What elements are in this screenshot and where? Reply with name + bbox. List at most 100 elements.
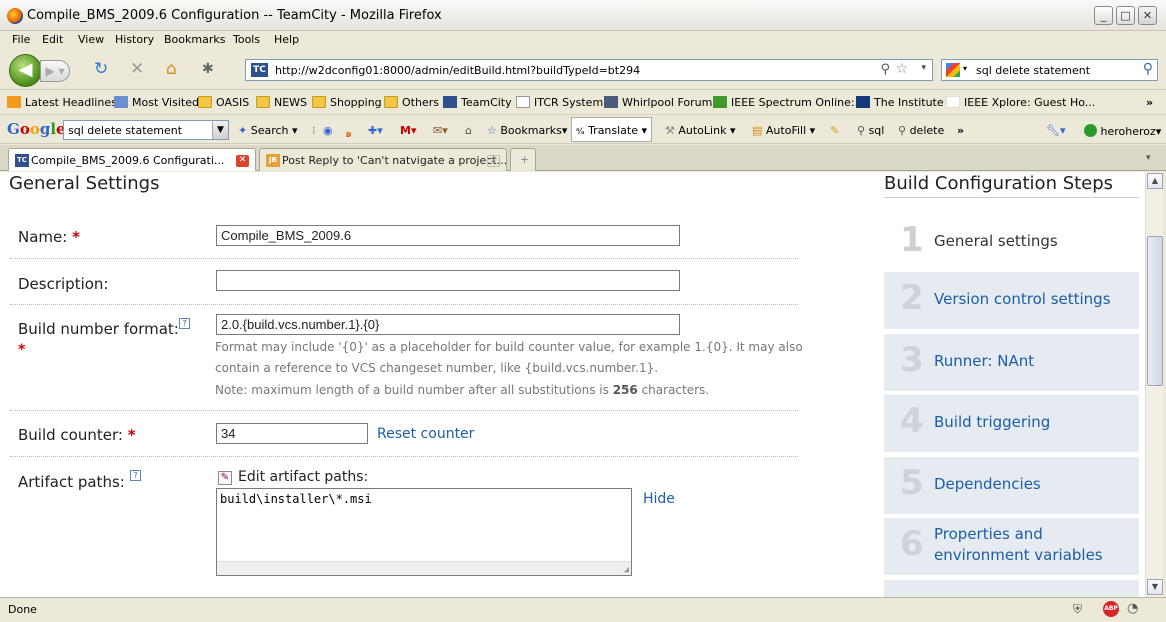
- bookmark-oasis[interactable]: OASIS: [198, 96, 249, 109]
- build-steps-heading: Build Configuration Steps: [884, 173, 1114, 194]
- addon-icon[interactable]: ◔: [1127, 601, 1138, 616]
- user-menu[interactable]: heroheroz▾: [1084, 124, 1161, 138]
- delete-search-term[interactable]: ⚲ delete: [898, 124, 944, 137]
- menu-bookmarks[interactable]: Bookmarks: [164, 33, 225, 46]
- home-icon[interactable]: ⌂: [166, 59, 177, 79]
- bookmark-whirlpool-forums[interactable]: Whirlpool Forums: [604, 96, 718, 109]
- toolbar-overflow-icon[interactable]: »: [957, 124, 964, 137]
- translate-button[interactable]: ᵃ⁄ₐ Translate ▾: [571, 117, 653, 142]
- menu-history[interactable]: History: [115, 33, 154, 46]
- step-dependencies[interactable]: 5 Dependencies: [884, 457, 1139, 514]
- description-input[interactable]: [216, 270, 680, 291]
- format-hint-note: Note: maximum length of a build number a…: [215, 383, 710, 397]
- reload-icon[interactable]: ↻: [94, 59, 108, 79]
- step-label[interactable]: Runner: NAnt: [934, 351, 1034, 372]
- menu-help[interactable]: Help: [274, 33, 299, 46]
- feed-icon[interactable]: ⚲: [880, 62, 890, 77]
- scroll-down-icon[interactable]: ▼: [1147, 579, 1163, 595]
- stop-icon[interactable]: ✕: [130, 59, 144, 79]
- chevron-down-icon[interactable]: ▼: [212, 121, 228, 139]
- bookmark-most-visited[interactable]: Most Visited: [114, 96, 199, 109]
- google-engine-icon[interactable]: [946, 63, 960, 77]
- scroll-thumb[interactable]: [1147, 236, 1163, 386]
- engine-dropdown-icon[interactable]: ▾: [963, 64, 967, 73]
- bookmark-the-institute[interactable]: The Institute: [856, 96, 944, 109]
- reset-counter-link[interactable]: Reset counter: [377, 426, 474, 442]
- search-icon: ⚲: [857, 124, 866, 137]
- museum-icon[interactable]: ⌂: [465, 124, 472, 137]
- search-bar[interactable]: ▾ sql delete statement ⚲: [941, 59, 1158, 81]
- page-scrollbar[interactable]: ▲ ▼: [1145, 172, 1163, 597]
- step-properties-environment[interactable]: 6 Properties and environment variables: [884, 518, 1139, 575]
- scroll-up-icon[interactable]: ▲: [1147, 173, 1163, 189]
- hide-link[interactable]: Hide: [643, 491, 675, 507]
- build-counter-input[interactable]: [216, 423, 368, 444]
- extension-icon[interactable]: ✱: [202, 61, 214, 77]
- search-icon[interactable]: ⚲: [1143, 61, 1153, 77]
- name-input[interactable]: [216, 225, 680, 246]
- swirl-icon[interactable]: ๑: [345, 124, 352, 142]
- help-icon[interactable]: ?: [130, 470, 141, 481]
- artifact-paths-textarea[interactable]: build\installer\*.msi ◢: [216, 488, 632, 576]
- textarea-resize-handle[interactable]: ◢: [217, 561, 631, 575]
- tab-list-dropdown-icon[interactable]: ▾: [1146, 153, 1151, 163]
- highlighter-icon[interactable]: ✎: [830, 124, 839, 137]
- bookmark-teamcity[interactable]: TeamCity: [443, 96, 512, 109]
- sql-search-term[interactable]: ⚲ sql: [857, 124, 884, 137]
- menu-view[interactable]: View: [78, 33, 104, 46]
- close-button[interactable]: ✕: [1138, 6, 1157, 25]
- bookmark-news[interactable]: NEWS: [256, 96, 307, 109]
- menu-file[interactable]: File: [12, 33, 30, 46]
- google-search-input[interactable]: sql delete statement ▼: [63, 120, 229, 140]
- tab-post-reply[interactable]: JB Post Reply to 'Can't natvigate a proj…: [259, 148, 507, 171]
- share-icon[interactable]: ✉▾: [433, 124, 448, 137]
- url-dropdown-icon[interactable]: ▾: [921, 63, 926, 73]
- google-bookmarks-button[interactable]: ☆ Bookmarks▾: [487, 124, 567, 137]
- close-tab-icon[interactable]: ✕: [236, 155, 249, 167]
- step-label[interactable]: Build triggering: [934, 412, 1050, 433]
- bookmark-itcr-system[interactable]: ITCR System: [516, 96, 603, 109]
- step-label: General settings: [934, 232, 1058, 250]
- autolink-button[interactable]: ⚒ AutoLink ▾: [665, 124, 735, 137]
- resize-grip-icon[interactable]: ◢: [624, 565, 629, 575]
- autofill-button[interactable]: ▤ AutoFill ▾: [752, 124, 815, 137]
- bookmark-ieee-spectrum[interactable]: IEEE Spectrum Online:...: [713, 96, 865, 109]
- bookmark-others[interactable]: Others: [384, 96, 439, 109]
- url-bar[interactable]: TC http://w2dconfig01:8000/admin/editBui…: [245, 59, 933, 81]
- wrench-icon[interactable]: 🔧︎▾: [1046, 124, 1066, 137]
- minimize-button[interactable]: _: [1094, 6, 1113, 25]
- teamcity-site-icon: TC: [251, 63, 268, 77]
- gmail-icon[interactable]: M▾: [400, 124, 416, 137]
- google-logo[interactable]: Google: [7, 120, 66, 138]
- bookmarks-overflow-icon[interactable]: »: [1146, 96, 1153, 109]
- google-search-button[interactable]: ✦ Search ▾: [238, 124, 298, 137]
- forward-button[interactable]: ▶ ▾: [40, 60, 70, 82]
- step-version-control-settings[interactable]: 2 Version control settings: [884, 272, 1139, 329]
- url-text[interactable]: http://w2dconfig01:8000/admin/editBuild.…: [275, 64, 640, 77]
- step-label[interactable]: Version control settings: [934, 289, 1111, 310]
- security-icon[interactable]: ⛨: [1073, 602, 1082, 617]
- menu-edit[interactable]: Edit: [42, 33, 63, 46]
- build-number-format-input[interactable]: [216, 314, 680, 335]
- back-button[interactable]: ◀: [9, 54, 42, 87]
- step-label[interactable]: Properties and environment variables: [934, 524, 1139, 566]
- bookmark-latest-headlines[interactable]: Latest Headlines: [7, 96, 117, 109]
- step-build-triggering[interactable]: 4 Build triggering: [884, 395, 1139, 452]
- star-icon[interactable]: ☆: [895, 61, 908, 77]
- plus-icon[interactable]: ✚▾: [368, 124, 383, 137]
- step-next-partial[interactable]: [884, 580, 1139, 597]
- new-tab-button[interactable]: +: [510, 148, 536, 171]
- help-icon[interactable]: ?: [179, 318, 190, 329]
- menu-tools[interactable]: Tools: [233, 33, 260, 46]
- bookmark-shopping[interactable]: Shopping: [312, 96, 382, 109]
- tab-teamcity-config[interactable]: TC Compile_BMS_2009.6 Configurati... ✕: [8, 148, 256, 171]
- close-tab-icon[interactable]: ✕: [487, 155, 500, 167]
- adblock-plus-icon[interactable]: ABP: [1103, 601, 1119, 617]
- search-input[interactable]: sql delete statement: [976, 64, 1090, 77]
- maximize-button[interactable]: □: [1116, 6, 1135, 25]
- globe-icon[interactable]: ◉: [323, 124, 333, 137]
- step-label[interactable]: Dependencies: [934, 474, 1041, 495]
- step-runner-nant[interactable]: 3 Runner: NAnt: [884, 334, 1139, 391]
- step-general-settings[interactable]: 1 General settings: [884, 212, 1139, 269]
- bookmark-ieee-xplore[interactable]: IEEE Xplore: Guest Ho...: [946, 96, 1095, 109]
